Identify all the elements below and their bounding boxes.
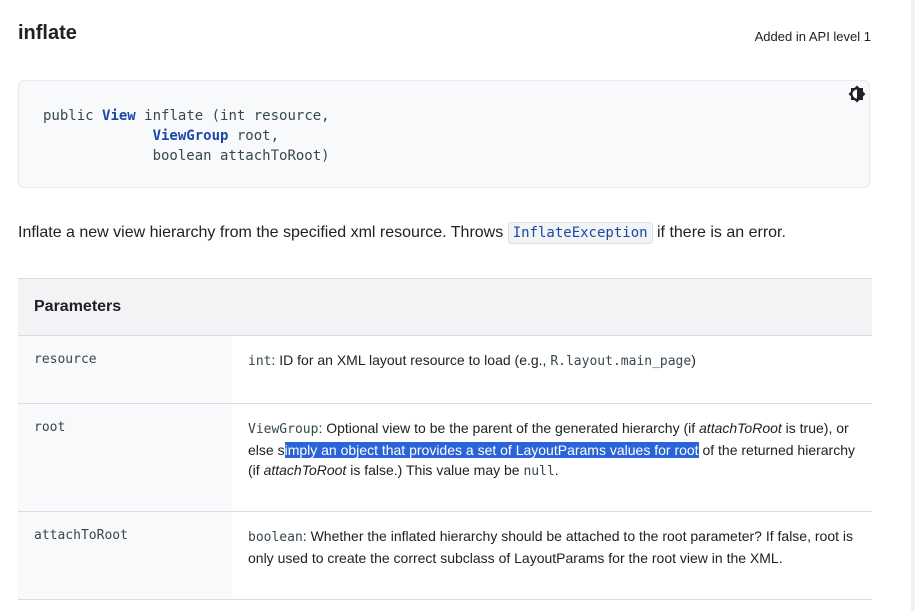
- signature-code-block: public View inflate (int resource, ViewG…: [18, 80, 870, 188]
- method-title: inflate: [18, 22, 77, 44]
- signature-return-type-link[interactable]: View: [102, 108, 136, 124]
- page-scrollbar[interactable]: [911, 0, 915, 611]
- signature-line3: boolean attachToRoot): [152, 148, 330, 164]
- param-row-resource: resource int: ID for an XML layout resou…: [18, 336, 872, 404]
- code-text: R.layout.main_page: [550, 354, 692, 369]
- param-row-root: root ViewGroup: Optional view to be the …: [18, 404, 872, 512]
- selected-text[interactable]: imply an object that provides a set of L…: [284, 442, 699, 458]
- param-name-cell: root: [18, 404, 232, 511]
- param-type-link[interactable]: int: [248, 354, 271, 369]
- param-row-attachtoroot: attachToRoot boolean: Whether the inflat…: [18, 512, 872, 600]
- param-name: root: [34, 420, 66, 435]
- signature-modifier: public: [43, 108, 94, 124]
- param-name: attachToRoot: [34, 528, 128, 543]
- italic-text: attachToRoot: [263, 462, 347, 478]
- method-description: Inflate a new view hierarchy from the sp…: [18, 222, 786, 244]
- param-type-link[interactable]: boolean: [248, 530, 303, 545]
- text: : ID for an XML layout resource to load …: [271, 352, 551, 368]
- parameters-header: Parameters: [18, 279, 872, 336]
- text: ): [691, 352, 696, 368]
- text: is false.) This value may be: [346, 462, 524, 478]
- param-name-cell: attachToRoot: [18, 512, 232, 599]
- code-text: null: [523, 464, 555, 479]
- param-description: boolean: Whether the inflated hierarchy …: [248, 512, 872, 568]
- description-text: Inflate a new view hierarchy from the sp…: [18, 224, 504, 241]
- text: : Optional view to be the parent of the …: [318, 420, 700, 436]
- api-level-label: Added in API level 1: [754, 29, 871, 44]
- inflate-exception-link[interactable]: InflateException: [507, 222, 653, 244]
- param-name-cell: resource: [18, 336, 232, 403]
- param-type-link[interactable]: ViewGroup: [248, 422, 318, 437]
- text: .: [554, 462, 559, 478]
- param-description: int: ID for an XML layout resource to lo…: [248, 336, 872, 372]
- parameters-table: Parameters resource int: ID for an XML l…: [18, 278, 872, 600]
- description-text-end: if there is an error.: [657, 224, 786, 241]
- theme-toggle-icon[interactable]: [848, 85, 866, 103]
- param-description: ViewGroup: Optional view to be the paren…: [248, 404, 872, 482]
- italic-text: attachToRoot: [699, 420, 782, 436]
- signature-line2-rest: root,: [236, 128, 280, 144]
- param-name: resource: [34, 352, 97, 367]
- signature-viewgroup-link[interactable]: ViewGroup: [153, 128, 229, 144]
- method-signature: public View inflate (int resource, ViewG…: [43, 106, 330, 166]
- text: : Whether the inflated hierarchy should …: [248, 528, 853, 566]
- signature-line1-rest: inflate (int resource,: [144, 108, 330, 124]
